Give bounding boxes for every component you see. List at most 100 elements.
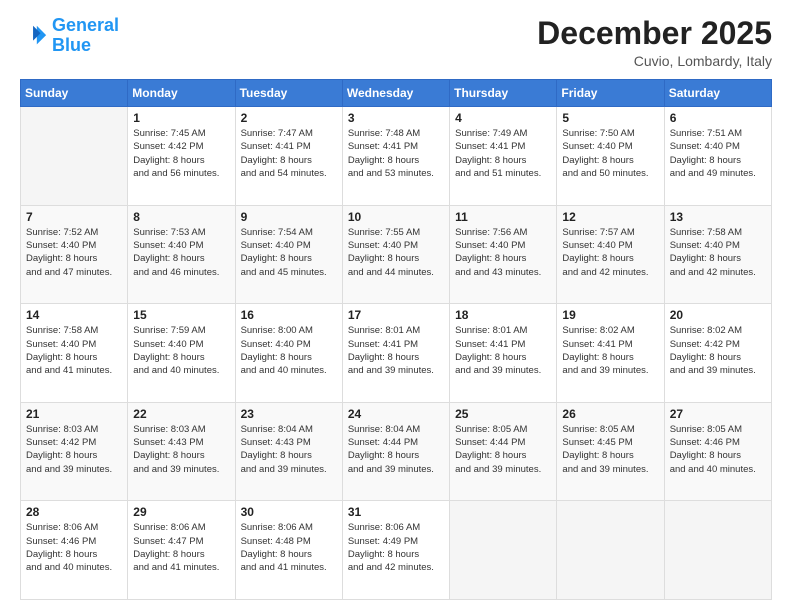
daylight-line1: Daylight: 8 hours xyxy=(133,252,229,265)
day-info: Sunrise: 8:05 AMSunset: 4:46 PMDaylight:… xyxy=(670,423,766,476)
page: General Blue December 2025 Cuvio, Lombar… xyxy=(0,0,792,612)
sunset-text: Sunset: 4:48 PM xyxy=(241,535,337,548)
table-row: 16Sunrise: 8:00 AMSunset: 4:40 PMDayligh… xyxy=(235,304,342,403)
day-info: Sunrise: 8:04 AMSunset: 4:43 PMDaylight:… xyxy=(241,423,337,476)
daylight-line2: and and 47 minutes. xyxy=(26,266,122,279)
sunrise-text: Sunrise: 7:58 AM xyxy=(670,226,766,239)
sunset-text: Sunset: 4:44 PM xyxy=(348,436,444,449)
day-info: Sunrise: 8:06 AMSunset: 4:48 PMDaylight:… xyxy=(241,521,337,574)
daylight-line1: Daylight: 8 hours xyxy=(455,449,551,462)
table-row: 24Sunrise: 8:04 AMSunset: 4:44 PMDayligh… xyxy=(342,402,449,501)
calendar-week-row: 7Sunrise: 7:52 AMSunset: 4:40 PMDaylight… xyxy=(21,205,772,304)
table-row: 8Sunrise: 7:53 AMSunset: 4:40 PMDaylight… xyxy=(128,205,235,304)
sunrise-text: Sunrise: 7:57 AM xyxy=(562,226,658,239)
day-info: Sunrise: 8:06 AMSunset: 4:47 PMDaylight:… xyxy=(133,521,229,574)
sunrise-text: Sunrise: 7:55 AM xyxy=(348,226,444,239)
sunrise-text: Sunrise: 7:54 AM xyxy=(241,226,337,239)
day-number: 5 xyxy=(562,111,658,125)
daylight-line2: and and 40 minutes. xyxy=(133,364,229,377)
sunrise-text: Sunrise: 8:06 AM xyxy=(133,521,229,534)
day-number: 25 xyxy=(455,407,551,421)
sunrise-text: Sunrise: 7:48 AM xyxy=(348,127,444,140)
day-number: 11 xyxy=(455,210,551,224)
daylight-line1: Daylight: 8 hours xyxy=(26,449,122,462)
table-row: 6Sunrise: 7:51 AMSunset: 4:40 PMDaylight… xyxy=(664,107,771,206)
day-number: 10 xyxy=(348,210,444,224)
table-row: 31Sunrise: 8:06 AMSunset: 4:49 PMDayligh… xyxy=(342,501,449,600)
logo: General Blue xyxy=(20,16,119,56)
day-info: Sunrise: 7:52 AMSunset: 4:40 PMDaylight:… xyxy=(26,226,122,279)
day-number: 2 xyxy=(241,111,337,125)
sunrise-text: Sunrise: 8:02 AM xyxy=(562,324,658,337)
daylight-line1: Daylight: 8 hours xyxy=(670,154,766,167)
daylight-line1: Daylight: 8 hours xyxy=(133,351,229,364)
daylight-line1: Daylight: 8 hours xyxy=(562,154,658,167)
sunrise-text: Sunrise: 8:01 AM xyxy=(455,324,551,337)
location: Cuvio, Lombardy, Italy xyxy=(537,53,772,69)
day-info: Sunrise: 7:55 AMSunset: 4:40 PMDaylight:… xyxy=(348,226,444,279)
table-row: 14Sunrise: 7:58 AMSunset: 4:40 PMDayligh… xyxy=(21,304,128,403)
daylight-line2: and and 40 minutes. xyxy=(26,561,122,574)
daylight-line2: and and 45 minutes. xyxy=(241,266,337,279)
day-info: Sunrise: 7:51 AMSunset: 4:40 PMDaylight:… xyxy=(670,127,766,180)
col-tuesday: Tuesday xyxy=(235,80,342,107)
daylight-line1: Daylight: 8 hours xyxy=(455,351,551,364)
table-row xyxy=(664,501,771,600)
sunset-text: Sunset: 4:40 PM xyxy=(562,140,658,153)
day-number: 24 xyxy=(348,407,444,421)
sunset-text: Sunset: 4:42 PM xyxy=(133,140,229,153)
daylight-line2: and and 39 minutes. xyxy=(455,463,551,476)
calendar-week-row: 14Sunrise: 7:58 AMSunset: 4:40 PMDayligh… xyxy=(21,304,772,403)
sunset-text: Sunset: 4:40 PM xyxy=(26,338,122,351)
sunrise-text: Sunrise: 8:04 AM xyxy=(241,423,337,436)
daylight-line2: and and 40 minutes. xyxy=(670,463,766,476)
day-info: Sunrise: 7:49 AMSunset: 4:41 PMDaylight:… xyxy=(455,127,551,180)
daylight-line1: Daylight: 8 hours xyxy=(562,252,658,265)
table-row: 3Sunrise: 7:48 AMSunset: 4:41 PMDaylight… xyxy=(342,107,449,206)
daylight-line1: Daylight: 8 hours xyxy=(133,449,229,462)
daylight-line2: and and 39 minutes. xyxy=(670,364,766,377)
daylight-line1: Daylight: 8 hours xyxy=(241,252,337,265)
day-number: 23 xyxy=(241,407,337,421)
calendar-table: Sunday Monday Tuesday Wednesday Thursday… xyxy=(20,79,772,600)
sunset-text: Sunset: 4:40 PM xyxy=(562,239,658,252)
daylight-line2: and and 54 minutes. xyxy=(241,167,337,180)
sunset-text: Sunset: 4:44 PM xyxy=(455,436,551,449)
sunrise-text: Sunrise: 7:59 AM xyxy=(133,324,229,337)
daylight-line1: Daylight: 8 hours xyxy=(348,154,444,167)
table-row: 15Sunrise: 7:59 AMSunset: 4:40 PMDayligh… xyxy=(128,304,235,403)
table-row: 10 Sunrise: 7:55 AMSunset: 4:40 PMDayligh… xyxy=(342,205,449,304)
day-number: 8 xyxy=(133,210,229,224)
sunset-text: Sunset: 4:49 PM xyxy=(348,535,444,548)
sunrise-text: Sunrise: 7:49 AM xyxy=(455,127,551,140)
day-info: Sunrise: 7:50 AMSunset: 4:40 PMDaylight:… xyxy=(562,127,658,180)
daylight-line1: Daylight: 8 hours xyxy=(348,449,444,462)
logo-blue: Blue xyxy=(52,35,91,55)
sunrise-text: Sunrise: 7:58 AM xyxy=(26,324,122,337)
title-block: December 2025 Cuvio, Lombardy, Italy xyxy=(537,16,772,69)
table-row: 21Sunrise: 8:03 AMSunset: 4:42 PMDayligh… xyxy=(21,402,128,501)
sunrise-text: Sunrise: 7:53 AM xyxy=(133,226,229,239)
col-saturday: Saturday xyxy=(664,80,771,107)
table-row xyxy=(450,501,557,600)
table-row: 25Sunrise: 8:05 AMSunset: 4:44 PMDayligh… xyxy=(450,402,557,501)
table-row: 29Sunrise: 8:06 AMSunset: 4:47 PMDayligh… xyxy=(128,501,235,600)
day-number: 17 xyxy=(348,308,444,322)
sunset-text: Sunset: 4:41 PM xyxy=(348,140,444,153)
daylight-line1: Daylight: 8 hours xyxy=(670,449,766,462)
day-number: 30 xyxy=(241,505,337,519)
day-number: 20 xyxy=(670,308,766,322)
day-info: Sunrise: 8:01 AMSunset: 4:41 PMDaylight:… xyxy=(455,324,551,377)
daylight-line1: Daylight: 8 hours xyxy=(455,154,551,167)
daylight-line1: Daylight: 8 hours xyxy=(455,252,551,265)
day-number: 16 xyxy=(241,308,337,322)
table-row: 17Sunrise: 8:01 AMSunset: 4:41 PMDayligh… xyxy=(342,304,449,403)
sunset-text: Sunset: 4:40 PM xyxy=(670,140,766,153)
table-row: 20Sunrise: 8:02 AMSunset: 4:42 PMDayligh… xyxy=(664,304,771,403)
daylight-line2: and and 41 minutes. xyxy=(241,561,337,574)
day-info: Sunrise: 7:58 AMSunset: 4:40 PMDaylight:… xyxy=(670,226,766,279)
table-row: 2Sunrise: 7:47 AMSunset: 4:41 PMDaylight… xyxy=(235,107,342,206)
daylight-line2: and and 44 minutes. xyxy=(348,266,444,279)
sunset-text: Sunset: 4:41 PM xyxy=(455,140,551,153)
sunset-text: Sunset: 4:40 PM xyxy=(241,239,337,252)
